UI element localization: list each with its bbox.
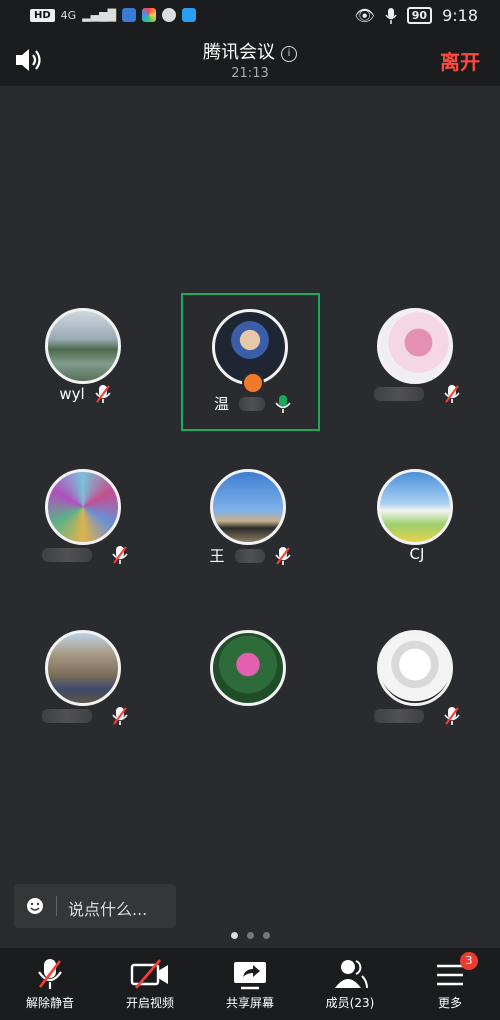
mic-active-icon — [275, 394, 291, 413]
mic-muted-icon — [38, 959, 62, 989]
start-video-label: 开启视频 — [125, 996, 174, 1010]
mic-icon — [385, 7, 397, 24]
participant-name: 王 — [209, 547, 225, 565]
mic-muted-icon — [274, 546, 291, 565]
avatar — [45, 469, 121, 545]
app-icon — [122, 8, 137, 22]
app-icon — [142, 8, 157, 22]
redacted-name — [42, 709, 92, 723]
participant-name: wyl — [59, 385, 85, 403]
wechat-icon — [162, 8, 177, 22]
redacted-name — [374, 387, 424, 401]
eye-icon: 👁 — [354, 6, 375, 25]
avatar — [210, 469, 286, 545]
status-bar: HD 4G ▂▄▆█ 👁 90 9:18 — [0, 0, 500, 34]
redacted-name — [234, 548, 265, 563]
signal-text: 4G — [60, 8, 77, 22]
chat-placeholder: 说点什么... — [68, 900, 148, 919]
page-dot[interactable] — [246, 932, 254, 939]
page-dot[interactable] — [262, 932, 270, 939]
share-screen-icon — [234, 962, 266, 990]
unmute-label: 解除静音 — [25, 996, 74, 1010]
share-screen-label: 共享屏幕 — [225, 996, 274, 1010]
meeting-title[interactable]: 腾讯会议 — [203, 42, 275, 63]
members-icon — [335, 960, 368, 989]
participant-tile[interactable] — [185, 616, 315, 746]
host-badge-icon — [242, 372, 264, 394]
more-label: 更多 — [437, 996, 462, 1010]
mic-muted-icon — [112, 707, 128, 725]
avatar — [45, 308, 121, 384]
participant-tile[interactable] — [352, 294, 482, 424]
search-app-icon — [182, 8, 197, 22]
participant-name: 温 — [213, 395, 229, 413]
chat-input[interactable]: 说点什么... — [14, 884, 176, 928]
participant-name: CJ — [409, 545, 425, 563]
redacted-name — [374, 709, 424, 723]
avatar — [210, 630, 286, 706]
divider — [56, 896, 57, 916]
avatar — [377, 469, 453, 545]
members-button[interactable]: 成员(23) — [300, 948, 400, 1020]
bottom-toolbar: 解除静音 开启视频 共享屏幕 成员(23) 更多 3 — [0, 948, 500, 1020]
avatar — [377, 630, 453, 706]
leave-button[interactable]: 离开 — [440, 46, 480, 75]
meeting-timer: 21:13 — [231, 66, 269, 81]
members-label: 成员(23) — [325, 996, 375, 1010]
unmute-button[interactable]: 解除静音 — [0, 948, 100, 1020]
info-icon[interactable]: i — [281, 46, 297, 62]
signal-icon: ▂▄▆█ — [82, 8, 117, 22]
avatar — [45, 630, 121, 706]
participant-tile[interactable]: wyl — [20, 294, 150, 424]
hd-indicator: HD — [30, 8, 55, 22]
more-button[interactable]: 更多 3 — [400, 948, 500, 1020]
video-off-icon — [130, 959, 168, 989]
page-dot[interactable] — [230, 932, 238, 939]
mic-muted-icon — [95, 385, 111, 403]
start-video-button[interactable]: 开启视频 — [100, 948, 200, 1020]
participant-tile[interactable] — [20, 616, 150, 746]
page-indicator — [0, 932, 500, 939]
participant-tile[interactable] — [20, 455, 150, 585]
meeting-header: 腾讯会议 i 21:13 离开 — [0, 34, 500, 86]
mic-muted-icon — [444, 707, 460, 725]
mic-muted-icon — [112, 546, 128, 564]
notification-badge: 3 — [460, 952, 478, 970]
redacted-name — [239, 396, 265, 411]
participant-tile[interactable] — [352, 616, 482, 746]
avatar — [377, 308, 453, 384]
participant-tile-speaking[interactable]: 温 — [181, 293, 320, 431]
clock: 9:18 — [442, 6, 478, 25]
emoji-icon[interactable] — [26, 897, 44, 915]
participant-tile[interactable]: 王 — [185, 455, 315, 585]
share-screen-button[interactable]: 共享屏幕 — [200, 948, 300, 1020]
redacted-name — [42, 548, 92, 562]
mic-muted-icon — [444, 385, 460, 403]
participant-tile[interactable]: CJ — [352, 455, 482, 585]
battery-indicator: 90 — [406, 7, 433, 24]
